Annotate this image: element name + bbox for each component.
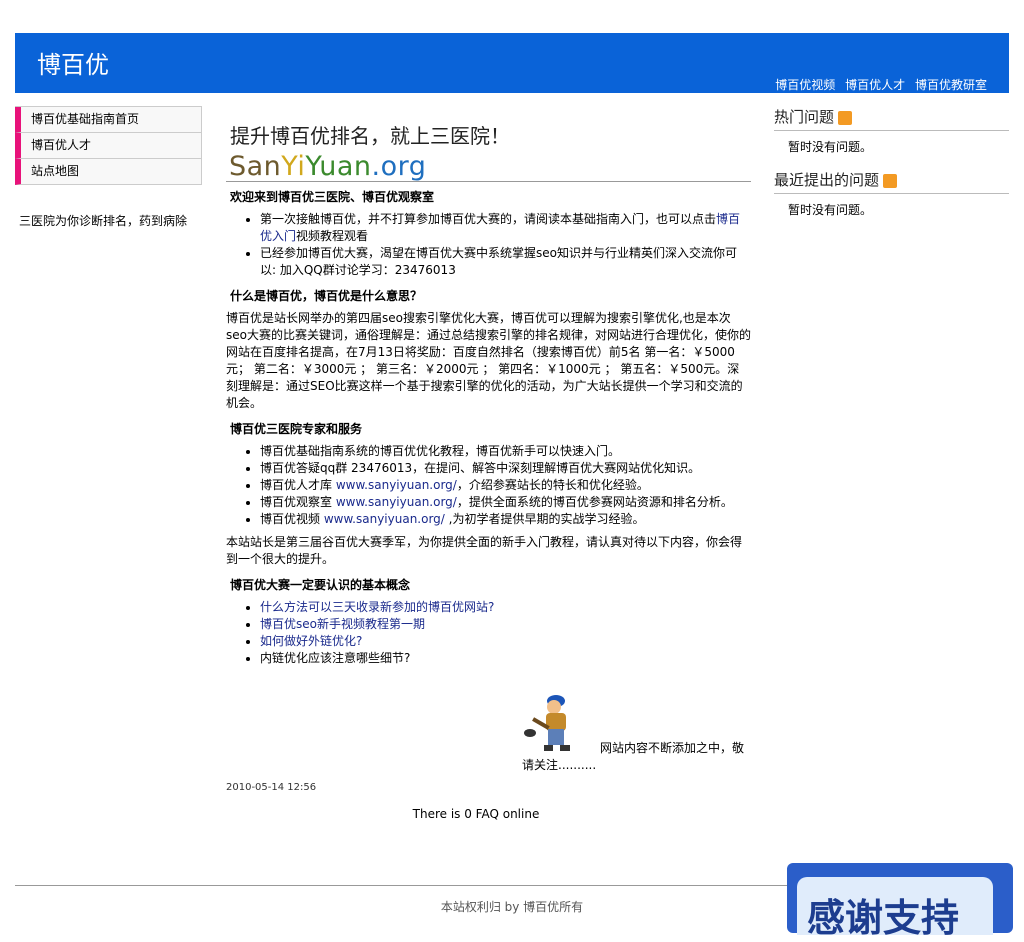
top-link-talent[interactable]: 博百优人才 [845, 78, 905, 92]
list-item: 第一次接触博百优，并不打算参加博百优大赛的，请阅读本基础指南入门，也可以点击博百… [260, 211, 751, 245]
thanks-support-banner[interactable]: 感谢支持 [787, 863, 1013, 940]
list-item: 博百优seo新手视频教程第一期 [260, 616, 751, 633]
hot-questions-title: 热门问题 [774, 104, 1009, 131]
concept-link[interactable]: 博百优seo新手视频教程第一期 [260, 617, 425, 631]
welcome-heading: 欢迎来到博百优三医院、博百优观察室 [230, 190, 435, 204]
left-nav-item-talent[interactable]: 博百优人才 [15, 133, 202, 159]
service-heading: 博百优三医院专家和服务 [230, 422, 363, 436]
left-slogan: 三医院为你诊断排名，药到病除 [19, 214, 188, 228]
intro-list: 第一次接触博百优，并不打算参加博百优大赛的，请阅读本基础指南入门，也可以点击博百… [226, 211, 751, 279]
service-link[interactable]: www.sanyiyuan.org/ [324, 512, 445, 526]
left-nav-item-sitemap[interactable]: 站点地图 [15, 159, 202, 185]
service-link[interactable]: www.sanyiyuan.org/ [336, 478, 457, 492]
site-header: 博百优 博百优视频 博百优人才 博百优教研室 [15, 33, 1009, 93]
concept-text: 内链优化应该注意哪些细节? [260, 651, 411, 665]
hot-questions-body: 暂时没有问题。 [788, 140, 873, 154]
main-content: 提升博百优排名，就上三医院！ SanYiYuan.org 欢迎来到博百优三医院、… [226, 120, 751, 821]
site-title[interactable]: 博百优 [37, 45, 109, 80]
worker-mascot-icon [524, 695, 570, 751]
top-link-research[interactable]: 博百优教研室 [915, 78, 987, 92]
admin-note: 本站站长是第三届谷百优大赛季军，为你提供全面的新手入门教程，请认真对待以下内容，… [226, 535, 743, 566]
faq-online-count: There is 0 FAQ online [412, 807, 540, 821]
concept-list: 什么方法可以三天收录新参加的博百优网站? 博百优seo新手视频教程第一期如何做好外… [226, 599, 751, 667]
left-nav-item-home[interactable]: 博百优基础指南首页 [15, 107, 202, 133]
sanyiyuan-logo: SanYiYuan.org [229, 151, 427, 182]
list-item: 如何做好外链优化? [260, 633, 751, 650]
rss-icon[interactable] [838, 110, 853, 125]
list-item: 博百优答疑qq群 23476013，在提问、解答中深刻理解博百优大赛网站优化知识… [260, 460, 751, 477]
top-link-video[interactable]: 博百优视频 [775, 78, 835, 92]
list-item: 什么方法可以三天收录新参加的博百优网站? [260, 599, 751, 616]
page-title: 提升博百优排名，就上三医院！ [230, 124, 510, 148]
service-list: 博百优基础指南系统的博百优优化教程，博百优新手可以快速入门。博百优答疑qq群 2… [226, 443, 751, 528]
what-paragraph: 博百优是站长网举办的第四届seo搜索引擎优化大赛，博百优可以理解为搜索引擎优化,… [226, 311, 751, 410]
thanks-text: 感谢支持 [807, 896, 960, 940]
top-links: 博百优视频 博百优人才 博百优教研室 [769, 76, 987, 93]
concept-link[interactable]: 如何做好外链优化? [260, 634, 362, 648]
recent-questions-body: 暂时没有问题。 [788, 203, 873, 217]
left-nav: 博百优基础指南首页 博百优人才 站点地图 [15, 106, 202, 185]
rss-icon[interactable] [883, 173, 898, 188]
list-item: 博百优人才库 www.sanyiyuan.org/，介绍参赛站长的特长和优化经验… [260, 477, 751, 494]
concept-heading: 博百优大赛一定要认识的基本概念 [230, 578, 411, 592]
list-item: 博百优视频 www.sanyiyuan.org/ ,为初学者提供早期的实战学习经… [260, 511, 751, 528]
recent-questions-title: 最近提出的问题 [774, 167, 1009, 194]
list-item: 博百优基础指南系统的博百优优化教程，博百优新手可以快速入门。 [260, 443, 751, 460]
publish-date: 2010-05-14 12:56 [226, 782, 317, 793]
list-item: 内链优化应该注意哪些细节? [260, 650, 751, 667]
what-heading: 什么是博百优，博百优是什么意思？ [230, 289, 423, 303]
update-row: 网站内容不断添加之中，敬请关注.......... [226, 691, 751, 774]
concept-link[interactable]: 什么方法可以三天收录新参加的博百优网站? [260, 600, 494, 614]
footer-divider [15, 885, 815, 886]
list-item: 已经参加博百优大赛，渴望在博百优大赛中系统掌握seo知识并与行业精英们深入交流你… [260, 245, 751, 279]
logo-row: SanYiYuan.org [226, 151, 751, 182]
service-link[interactable]: www.sanyiyuan.org/ [336, 495, 457, 509]
list-item: 博百优观察室 www.sanyiyuan.org/，提供全面系统的博百优参赛网站… [260, 494, 751, 511]
right-sidebar: 热门问题 暂时没有问题。 最近提出的问题 暂时没有问题。 [774, 104, 1009, 230]
